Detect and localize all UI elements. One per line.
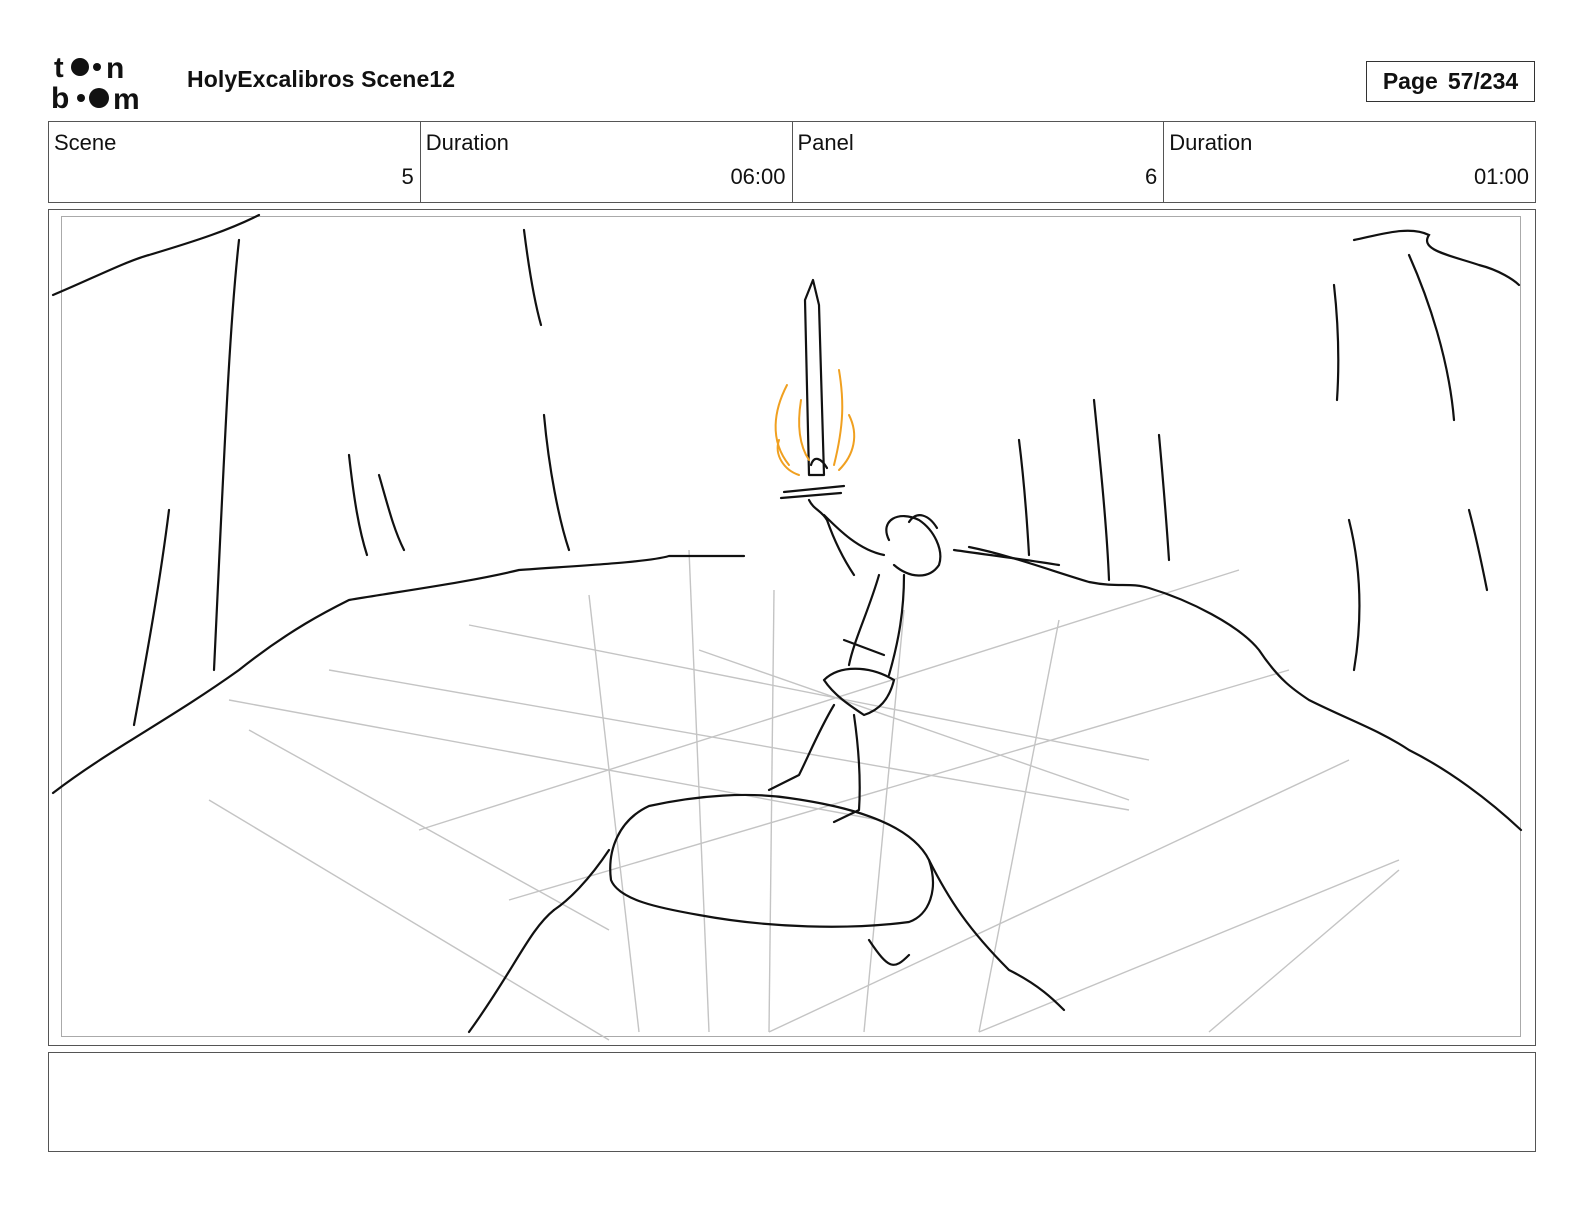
hero-figure (767, 278, 1061, 824)
terrain-lines (51, 213, 1523, 832)
scene-value: 5 (401, 164, 414, 189)
svg-text:t: t (54, 52, 64, 84)
scene-info-table: Scene 5 Duration 06:00 Panel 6 Duration … (48, 121, 1536, 203)
page-indicator: Page 57/234 (1366, 61, 1535, 102)
svg-text:b: b (51, 82, 69, 110)
panel-duration-value: 01:00 (1473, 164, 1529, 189)
panel-duration-cell: Duration 01:00 (1164, 122, 1535, 202)
scene-duration-label: Duration (425, 130, 509, 155)
panel-duration-label: Duration (1169, 130, 1253, 155)
scene-cell: Scene 5 (49, 122, 421, 202)
panel-label: Panel (797, 130, 854, 155)
panel-value: 6 (1145, 164, 1158, 189)
perspective-guides (208, 549, 1400, 1041)
toonboom-logo: t n b m (51, 52, 163, 116)
svg-text:n: n (106, 52, 124, 85)
panel-sketch (51, 213, 1523, 1041)
scene-duration-cell: Duration 06:00 (421, 122, 793, 202)
panel-notes-box[interactable] (48, 1052, 1536, 1152)
panel-cell: Panel 6 (793, 122, 1165, 202)
page-label: Page (1382, 68, 1438, 94)
svg-text:m: m (113, 83, 140, 110)
page-number: 57/234 (1447, 68, 1519, 94)
document-title: HolyExcalibros Scene12 (187, 66, 456, 92)
sword-rock (467, 793, 1066, 1034)
scene-label: Scene (54, 130, 117, 155)
storyboard-panel (48, 209, 1536, 1046)
scene-duration-value: 06:00 (730, 164, 786, 189)
